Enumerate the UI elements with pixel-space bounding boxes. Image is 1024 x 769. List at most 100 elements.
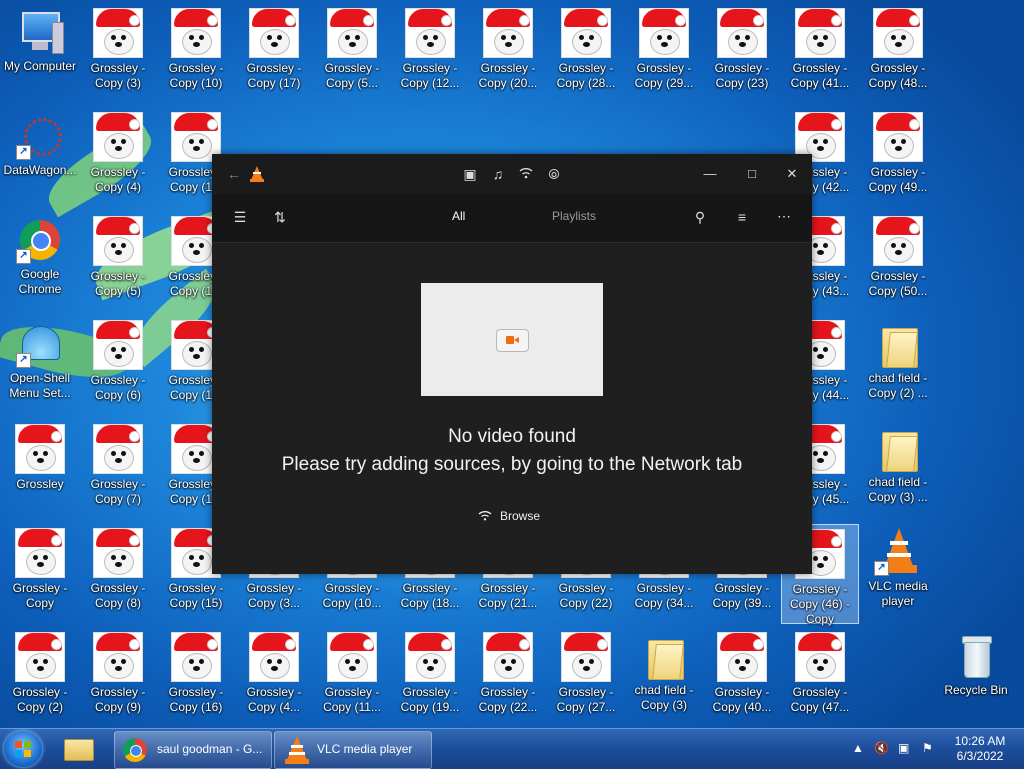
desktop-icon[interactable]: ↗ Open-Shell Menu Set... <box>1 316 79 416</box>
grossley-image-icon <box>171 632 221 682</box>
minimize-icon[interactable]: — <box>700 166 720 182</box>
grossley-image-icon <box>405 8 455 58</box>
tab-playlists[interactable]: Playlists <box>552 209 596 223</box>
desktop-icon[interactable]: Grossley - Copy (7) <box>79 420 157 520</box>
desktop-icon-label: Grossley - Copy (4... <box>246 685 302 714</box>
desktop-icon-label: Grossley - Copy (12... <box>400 61 460 90</box>
desktop-icon-label: Grossley - Copy (15) <box>168 581 224 610</box>
desktop-icon[interactable]: Grossley - Copy (10) <box>157 4 235 104</box>
desktop-icon[interactable]: Grossley - Copy (48... <box>859 4 937 104</box>
desktop-icon[interactable]: Grossley - Copy (29... <box>625 4 703 104</box>
desktop-icon[interactable]: Grossley <box>1 420 79 520</box>
music-icon[interactable]: ♫ <box>488 164 508 184</box>
desktop-icon-label: Grossley - Copy (19... <box>400 685 460 714</box>
folder-icon <box>640 632 688 680</box>
desktop-icon[interactable]: Grossley - Copy (8) <box>79 524 157 624</box>
desktop-icon[interactable]: Grossley - Copy <box>1 524 79 624</box>
desktop-icon[interactable]: Grossley - Copy (20... <box>469 4 547 104</box>
desktop-icon[interactable]: My Computer <box>1 4 79 104</box>
computer-icon <box>16 8 64 56</box>
desktop-icon[interactable]: Grossley - Copy (6) <box>79 316 157 416</box>
taskbar-vlc-label: VLC media player <box>317 742 413 756</box>
desktop-icon[interactable]: Grossley - Copy (49... <box>859 108 937 208</box>
grossley-image-icon <box>405 632 455 682</box>
desktop-icon-label: Grossley - Copy (39... <box>712 581 772 610</box>
desktop-icon[interactable]: Grossley - Copy (47... <box>781 628 859 728</box>
desktop-icon[interactable]: Grossley - Copy (2) <box>1 628 79 728</box>
playqueue-icon[interactable]: ≡ <box>732 207 752 227</box>
menu-icon[interactable]: ☰ <box>230 207 250 227</box>
desktop-icon[interactable]: Grossley - Copy (19... <box>391 628 469 728</box>
desktop-icon[interactable]: chad field - Copy (2) ... <box>859 316 937 416</box>
desktop-icon[interactable]: Grossley - Copy (23) <box>703 4 781 104</box>
desktop-icon[interactable]: Grossley - Copy (4... <box>235 628 313 728</box>
desktop-icon[interactable]: chad field - Copy (3) <box>625 628 703 728</box>
desktop-icon[interactable]: Grossley - Copy (22... <box>469 628 547 728</box>
grossley-image-icon <box>15 528 65 578</box>
desktop-icon-label: Grossley - Copy (10... <box>322 581 382 610</box>
desktop-icon[interactable]: Grossley - Copy (27... <box>547 628 625 728</box>
desktop-icon-label: chad field - Copy (3) <box>634 683 694 712</box>
vlc-titlebar[interactable]: ← ▣ ♫ ⦾ — □ ✕ <box>212 154 812 194</box>
desktop-icon[interactable]: Grossley - Copy (16) <box>157 628 235 728</box>
back-arrow-icon[interactable]: ← <box>224 164 244 184</box>
desktop-icon-label: Grossley - Copy (23) <box>714 61 770 90</box>
video-icon[interactable]: ▣ <box>460 164 480 184</box>
desktop-icon-label: Grossley - Copy (20... <box>478 61 538 90</box>
desktop-icon[interactable]: chad field - Copy (3) ... <box>859 420 937 520</box>
file-explorer-button[interactable] <box>58 733 98 765</box>
desktop-icon[interactable]: ↗ Google Chrome <box>1 212 79 312</box>
desktop-icon[interactable]: Grossley - Copy (50... <box>859 212 937 312</box>
desktop-icon-label: Grossley - Copy (4) <box>90 165 146 194</box>
tab-all[interactable]: All <box>452 209 465 223</box>
taskbar-vlc-button[interactable]: VLC media player <box>274 731 432 769</box>
grossley-image-icon <box>93 528 143 578</box>
vlc-window[interactable]: ← ▣ ♫ ⦾ — □ ✕ ☰ ⇅ ⚲ ≡ ⋯ All Playlists No… <box>212 154 812 574</box>
more-icon[interactable]: ⋯ <box>774 206 794 226</box>
grossley-image-icon <box>483 8 533 58</box>
show-hidden-icons-icon[interactable]: ▲ <box>852 741 864 755</box>
desktop-icon[interactable]: Grossley - Copy (4) <box>79 108 157 208</box>
action-center-icon[interactable]: ⚑ <box>922 741 933 755</box>
network-icon[interactable] <box>516 164 536 184</box>
network-tray-icon[interactable]: ▣ <box>898 741 909 755</box>
grossley-image-icon <box>327 632 377 682</box>
close-icon[interactable]: ✕ <box>782 166 802 182</box>
desktop-icon[interactable]: Grossley - Copy (9) <box>79 628 157 728</box>
desktop-icon[interactable]: Grossley - Copy (12... <box>391 4 469 104</box>
search-icon[interactable]: ⚲ <box>690 207 710 227</box>
vlc-icon: ↗ <box>874 528 922 576</box>
vlc-logo-icon <box>250 166 264 182</box>
open-shell-icon: ↗ <box>16 320 64 368</box>
clock-date: 6/3/2022 <box>956 749 1004 763</box>
desktop-icon[interactable]: ↗ DataWagon... <box>1 108 79 208</box>
desktop-icon[interactable]: Grossley - Copy (5) <box>79 212 157 312</box>
maximize-icon[interactable]: □ <box>742 166 762 182</box>
desktop-icon[interactable]: Grossley - Copy (3) <box>79 4 157 104</box>
folder-icon <box>874 424 922 472</box>
clock[interactable]: 10:26 AM 6/3/2022 <box>950 734 1010 764</box>
desktop-icon-label: Grossley - Copy (11... <box>323 685 381 714</box>
grossley-image-icon <box>873 8 923 58</box>
desktop-icon[interactable]: Grossley - Copy (41... <box>781 4 859 104</box>
desktop-icon[interactable]: ↗ VLC media player <box>859 524 937 624</box>
desktop-icon[interactable]: Grossley - Copy (11... <box>313 628 391 728</box>
grossley-image-icon <box>873 216 923 266</box>
desktop-icon-label: Recycle Bin <box>944 683 1008 697</box>
desktop-icon[interactable]: Recycle Bin <box>937 628 1015 728</box>
start-button[interactable] <box>4 731 42 767</box>
desktop-icon-label: Grossley - Copy (3) <box>90 61 146 90</box>
desktop-icon[interactable]: Grossley - Copy (28... <box>547 4 625 104</box>
volume-muted-icon[interactable]: 🔇 <box>874 741 889 755</box>
desktop-icon[interactable]: Grossley - Copy (40... <box>703 628 781 728</box>
desktop-icon[interactable]: Grossley - Copy (5... <box>313 4 391 104</box>
desktop-icon-label: Grossley - Copy (3... <box>246 581 302 610</box>
desktop-icon-label: DataWagon... <box>3 163 77 177</box>
desktop-icon[interactable]: Grossley - Copy (17) <box>235 4 313 104</box>
discover-icon[interactable]: ⦾ <box>544 164 564 184</box>
browse-button[interactable]: Browse <box>474 507 554 527</box>
taskbar-chrome-button[interactable]: saul goodman - G... <box>114 731 272 769</box>
desktop-icon-label: Grossley - Copy (41... <box>790 61 850 90</box>
grossley-image-icon <box>249 632 299 682</box>
sort-icon[interactable]: ⇅ <box>270 207 290 227</box>
